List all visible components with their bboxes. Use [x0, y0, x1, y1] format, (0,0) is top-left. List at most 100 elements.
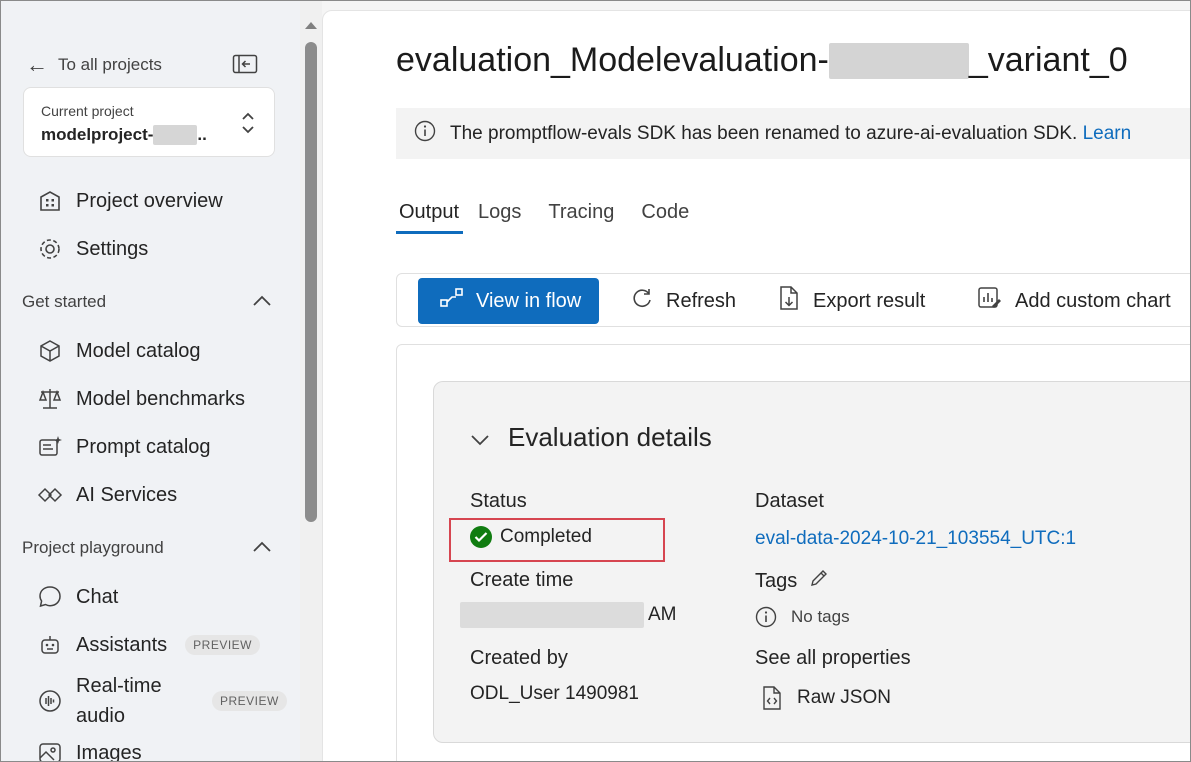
- page-title: evaluation_Modelevaluation- _variant_0: [396, 41, 1128, 80]
- collapse-sidebar-icon[interactable]: [232, 52, 258, 76]
- nav-images[interactable]: Images: [36, 738, 142, 762]
- scales-icon: [36, 385, 64, 413]
- scroll-thumb[interactable]: [305, 42, 317, 522]
- nav-label-line1: Real-time: [76, 675, 162, 697]
- section-get-started[interactable]: Get started: [22, 289, 272, 315]
- nav-settings[interactable]: Settings: [36, 234, 148, 264]
- info-icon: [755, 606, 777, 628]
- nav-model-benchmarks[interactable]: Model benchmarks: [36, 384, 245, 414]
- raw-json-button[interactable]: Raw JSON: [761, 685, 891, 711]
- nav-assistants[interactable]: Assistants PREVIEW: [36, 630, 260, 660]
- nav-project-overview[interactable]: Project overview: [36, 186, 223, 216]
- info-banner: The promptflow-evals SDK has been rename…: [396, 108, 1191, 159]
- learn-more-link[interactable]: Learn: [1083, 123, 1132, 144]
- chevron-up-down-icon: [240, 110, 256, 136]
- section-title: Project playground: [22, 538, 164, 557]
- evaluation-details-heading: Evaluation details: [508, 422, 712, 452]
- checkmark-circle-icon: [470, 526, 492, 548]
- nav-real-time-audio[interactable]: Real-time audio PREVIEW: [36, 672, 287, 730]
- title-suffix: _variant_0: [968, 41, 1128, 79]
- back-link-label: To all projects: [58, 55, 162, 74]
- create-time-value: AM: [460, 602, 677, 628]
- nav-label: Project overview: [76, 189, 223, 212]
- tab-logs[interactable]: Logs: [475, 197, 533, 234]
- dataset-label: Dataset: [755, 490, 824, 512]
- create-time-label: Create time: [470, 569, 574, 591]
- chevron-down-icon: [470, 422, 490, 453]
- status-text: Completed: [500, 526, 592, 547]
- add-custom-chart-label: Add custom chart: [1015, 289, 1171, 312]
- evaluation-details-card: Evaluation details Status Completed Crea…: [433, 381, 1191, 743]
- nav-label-line2: audio: [76, 705, 125, 727]
- banner-text: The promptflow-evals SDK has been rename…: [450, 123, 1131, 145]
- tags-row: Tags: [755, 568, 829, 594]
- nav-label: Model catalog: [76, 339, 201, 362]
- project-selector[interactable]: Current project modelproject- ..: [23, 87, 275, 157]
- no-tags-text: No tags: [791, 607, 850, 626]
- gear-icon: [36, 235, 64, 263]
- cube-icon: [36, 337, 64, 365]
- nav-label-group: Real-time audio: [76, 671, 194, 731]
- nav-ai-services[interactable]: AI Services: [36, 480, 177, 510]
- nav-label: Images: [76, 741, 142, 762]
- current-project-name: modelproject- ..: [41, 125, 207, 145]
- no-tags-row: No tags: [755, 606, 850, 628]
- see-all-properties-label: See all properties: [755, 647, 911, 669]
- image-icon: [36, 739, 64, 762]
- tab-output[interactable]: Output: [396, 197, 464, 234]
- project-name-text: modelproject-: [41, 125, 154, 144]
- view-in-flow-button[interactable]: View in flow: [418, 278, 600, 324]
- refresh-button[interactable]: Refresh: [630, 278, 736, 324]
- info-icon: [414, 120, 436, 148]
- pencil-edit-icon[interactable]: [809, 568, 829, 594]
- banner-message: The promptflow-evals SDK has been rename…: [450, 122, 1078, 144]
- preview-badge: PREVIEW: [212, 691, 287, 711]
- section-project-playground[interactable]: Project playground: [22, 535, 272, 561]
- sidebar: ← To all projects Current project modelp…: [0, 0, 300, 762]
- toolbar: View in flow Refresh Export result Add c…: [396, 273, 1191, 327]
- nav-label: Assistants: [76, 633, 168, 656]
- prompt-sparkle-icon: [36, 433, 64, 461]
- sidebar-scrollbar[interactable]: [300, 0, 322, 762]
- create-time-suffix: AM: [648, 604, 677, 625]
- nav-prompt-catalog[interactable]: Prompt catalog: [36, 432, 211, 462]
- export-result-button[interactable]: Export result: [777, 278, 925, 324]
- nav-label: Model benchmarks: [76, 387, 245, 410]
- scroll-up-arrow-icon[interactable]: [305, 22, 317, 29]
- nav-label: Prompt catalog: [76, 435, 211, 458]
- project-name-ellipsis: ..: [197, 125, 207, 144]
- tab-tracing[interactable]: Tracing: [545, 197, 626, 234]
- flow-icon: [440, 287, 464, 315]
- raw-json-label: Raw JSON: [797, 687, 891, 708]
- arrow-left-icon: ←: [26, 52, 48, 77]
- diamond-link-icon: [36, 481, 64, 509]
- created-by-label: Created by: [470, 647, 568, 669]
- status-label: Status: [470, 490, 527, 512]
- title-prefix: evaluation_Modelevaluation-: [396, 41, 829, 79]
- tags-label: Tags: [755, 569, 798, 592]
- redacted-date: [460, 602, 644, 628]
- tab-bar: Output Logs Tracing Code: [396, 197, 713, 237]
- nav-model-catalog[interactable]: Model catalog: [36, 336, 201, 366]
- section-title: Get started: [22, 292, 107, 311]
- back-to-projects-link[interactable]: ← To all projects: [26, 52, 162, 78]
- bot-icon: [36, 631, 64, 659]
- add-custom-chart-button[interactable]: Add custom chart: [977, 278, 1171, 324]
- export-document-icon: [777, 285, 801, 317]
- status-value: Completed: [470, 526, 592, 548]
- redacted-title: [828, 42, 969, 79]
- main-panel: evaluation_Modelevaluation- _variant_0 T…: [322, 10, 1191, 762]
- chevron-up-icon: [252, 292, 272, 312]
- nav-chat[interactable]: Chat: [36, 582, 118, 612]
- chevron-up-icon: [252, 538, 272, 558]
- view-in-flow-label: View in flow: [476, 289, 582, 312]
- tab-code[interactable]: Code: [638, 197, 701, 234]
- redacted-text: [153, 125, 198, 145]
- chat-icon: [36, 583, 64, 611]
- export-result-label: Export result: [813, 289, 926, 312]
- nav-label: Chat: [76, 585, 119, 608]
- chart-edit-icon: [977, 285, 1003, 317]
- refresh-label: Refresh: [666, 289, 737, 312]
- dataset-link[interactable]: eval-data-2024-10-21_103554_UTC:1: [755, 528, 1076, 550]
- evaluation-details-toggle[interactable]: Evaluation details: [470, 422, 712, 453]
